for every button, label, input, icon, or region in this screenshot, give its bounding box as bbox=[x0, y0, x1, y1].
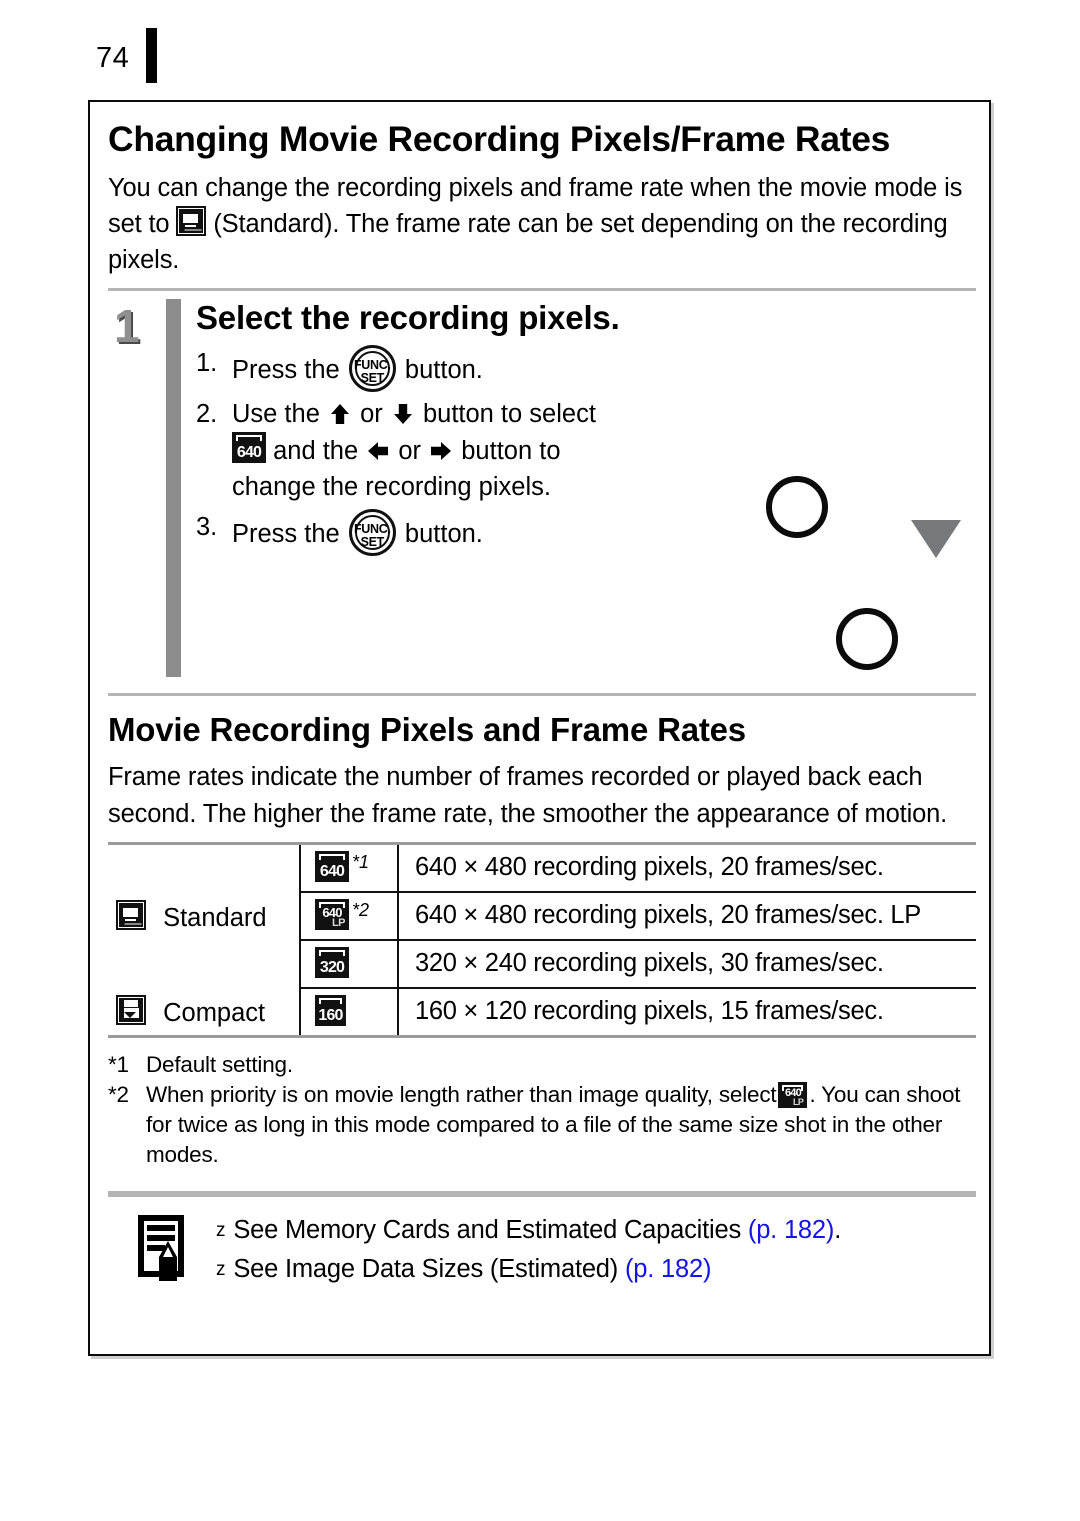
page-reference-link-2[interactable]: (p. 182) bbox=[625, 1255, 711, 1283]
bullet-icon: z bbox=[216, 1220, 226, 1242]
arrow-up-icon bbox=[327, 401, 353, 427]
step-accent-bar bbox=[166, 299, 181, 678]
see-also-block: z See Memory Cards and Estimated Capaciti… bbox=[108, 1197, 976, 1307]
resolution-640-icon: 640 bbox=[315, 850, 349, 882]
substep-1-text-b: button. bbox=[404, 355, 483, 384]
section2-intro-paragraph: Frame rates indicate the number of frame… bbox=[108, 763, 948, 828]
substep-2-text-d: button to bbox=[461, 436, 561, 465]
page-edge-tab bbox=[146, 28, 157, 83]
substep-2-text-b: button to select bbox=[422, 399, 596, 428]
intro-text-part2: (Standard). The frame rate can be set de… bbox=[108, 209, 948, 275]
substep-2-label: 2. bbox=[196, 399, 218, 428]
camera-illustration bbox=[648, 291, 978, 681]
arrow-left-icon bbox=[365, 438, 391, 464]
substep-3-text-a: Press the bbox=[232, 520, 340, 549]
substep-3-label: 3. bbox=[196, 513, 218, 542]
description-cell-2: 640 × 480 recording pixels, 20 frames/se… bbox=[398, 891, 976, 941]
resolution-icon-cell-640-lp: 640 LP *2 bbox=[300, 891, 399, 941]
see-also-text-2: See Image Data Sizes (Estimated) bbox=[233, 1255, 619, 1284]
step-number: 1 bbox=[114, 300, 140, 353]
see-also-line-1: z See Memory Cards and Estimated Capaciti… bbox=[216, 1211, 976, 1250]
note-pencil-icon bbox=[136, 1213, 194, 1285]
section-title-movie-recording-pixels: Movie Recording Pixels and Frame Rates bbox=[108, 711, 746, 749]
movie-standard-icon bbox=[116, 899, 146, 930]
resolution-icon-cell-640: 640 *1 bbox=[300, 841, 399, 893]
func-label: FUNC. bbox=[353, 357, 391, 372]
footnote-1-marker: *1 bbox=[108, 1051, 129, 1077]
step-title: Select the recording pixels. bbox=[196, 299, 620, 337]
footnotes-block: *1 Default setting. *2 When priority is … bbox=[108, 1050, 976, 1170]
footnote-2-text-a: When priority is on movie length rather … bbox=[146, 1082, 777, 1108]
step-block-1: 1 Select the recording pixels. 1. Press … bbox=[108, 291, 976, 683]
resolution-320-icon: 320 bbox=[315, 946, 349, 978]
640-lp-icon: 640 LP bbox=[778, 1082, 808, 1109]
substep-3: 3. Press the FUNC. SET button. bbox=[196, 509, 726, 557]
table-row: Standard 640 *1 640 × 480 recording pixe… bbox=[108, 841, 976, 988]
resolution-640-icon: 640 bbox=[232, 431, 266, 463]
mode-cell-standard: Standard bbox=[108, 841, 301, 988]
description-cell-1: 640 × 480 recording pixels, 20 frames/se… bbox=[398, 841, 976, 893]
footnote-1-text: Default setting. bbox=[146, 1051, 293, 1077]
substep-1-label: 1. bbox=[196, 348, 218, 377]
substep-2-or-1: or bbox=[360, 399, 383, 428]
mode-cell-compact: Compact bbox=[108, 987, 301, 1038]
page-number: 74 bbox=[96, 42, 130, 74]
footnote-1: *1 Default setting. bbox=[108, 1050, 976, 1080]
func-set-button-icon-2: FUNC. SET bbox=[348, 509, 396, 557]
mode-label-compact: Compact bbox=[163, 998, 266, 1027]
section-title-changing-movie-recording: Changing Movie Recording Pixels/Frame Ra… bbox=[108, 119, 891, 159]
substep-2-or-2: or bbox=[398, 436, 422, 465]
resolution-icon-cell-160: 160 bbox=[300, 987, 399, 1038]
page-header: 74 bbox=[0, 18, 1080, 83]
bullet-icon: z bbox=[216, 1259, 226, 1281]
resolution-640-lp-icon: 640 LP bbox=[315, 898, 349, 930]
substep-2: 2. Use the or button to select 640 and t… bbox=[196, 396, 726, 506]
movie-compact-icon bbox=[116, 994, 146, 1025]
arrow-right-icon bbox=[428, 438, 454, 464]
page-reference-link-1[interactable]: (p. 182) bbox=[748, 1216, 834, 1244]
divider-rule-middle bbox=[108, 693, 976, 697]
substep-2-text-c: and the bbox=[273, 436, 359, 465]
section-intro-paragraph: You can change the recording pixels and … bbox=[108, 170, 976, 279]
page-content-frame: Changing Movie Recording Pixels/Frame Ra… bbox=[88, 100, 991, 1356]
step-body: Select the recording pixels. 1. Press th… bbox=[196, 291, 726, 557]
camera-dial-circle-top bbox=[766, 476, 828, 539]
resolution-icon-cell-320: 320 bbox=[300, 939, 399, 989]
down-arrow-indicator-icon bbox=[911, 520, 961, 559]
resolution-160-label: 160 bbox=[318, 1006, 343, 1024]
substep-3-text-b: button. bbox=[404, 520, 483, 549]
resolution-320-label: 320 bbox=[319, 958, 345, 976]
substep-1: 1. Press the FUNC. SET button. bbox=[196, 344, 726, 392]
movie-standard-icon bbox=[176, 205, 207, 236]
mode-label-standard: Standard bbox=[163, 903, 267, 932]
func-label-2: FUNC. bbox=[353, 522, 391, 537]
set-label: SET bbox=[360, 370, 385, 385]
movie-specs-table: Standard 640 *1 640 × 480 recording pixe… bbox=[108, 841, 976, 1038]
set-label-2: SET bbox=[360, 535, 385, 550]
substep-2-text-a: Use the bbox=[232, 399, 320, 428]
camera-dial-circle-bottom bbox=[836, 608, 898, 671]
resolution-640-label: 640 bbox=[236, 443, 262, 461]
substep-list: 1. Press the FUNC. SET button. 2. Use th… bbox=[196, 344, 726, 557]
page-inner-content: Changing Movie Recording Pixels/Frame Ra… bbox=[108, 112, 976, 1307]
resolution-640-label: 640 bbox=[319, 862, 345, 880]
arrow-down-icon bbox=[390, 401, 416, 427]
footnote-lp-suffix: LP bbox=[792, 1097, 804, 1108]
substep-2-text-e: change the recording pixels. bbox=[232, 473, 551, 502]
resolution-lp-suffix: LP bbox=[331, 916, 346, 929]
footnote-2: *2 When priority is on movie length rath… bbox=[108, 1080, 976, 1169]
func-set-button-icon: FUNC. SET bbox=[348, 344, 396, 392]
description-cell-4: 160 × 120 recording pixels, 15 frames/se… bbox=[398, 987, 976, 1038]
see-also-text-1: See Memory Cards and Estimated Capacitie… bbox=[233, 1216, 742, 1245]
resolution-160-icon: 160 bbox=[315, 994, 346, 1026]
footnote-marker-1: *1 bbox=[352, 852, 370, 873]
description-cell-3: 320 × 240 recording pixels, 30 frames/se… bbox=[398, 939, 976, 989]
substep-1-text-a: Press the bbox=[232, 355, 340, 384]
table-row: Compact 160 160 × 120 recording pixels, … bbox=[108, 987, 976, 1038]
footnote-marker-2: *2 bbox=[352, 900, 370, 921]
see-also-trailing-1: . bbox=[834, 1216, 842, 1245]
see-also-line-2: z See Image Data Sizes (Estimated) (p. 18… bbox=[216, 1250, 976, 1289]
footnote-2-marker: *2 bbox=[108, 1082, 129, 1108]
